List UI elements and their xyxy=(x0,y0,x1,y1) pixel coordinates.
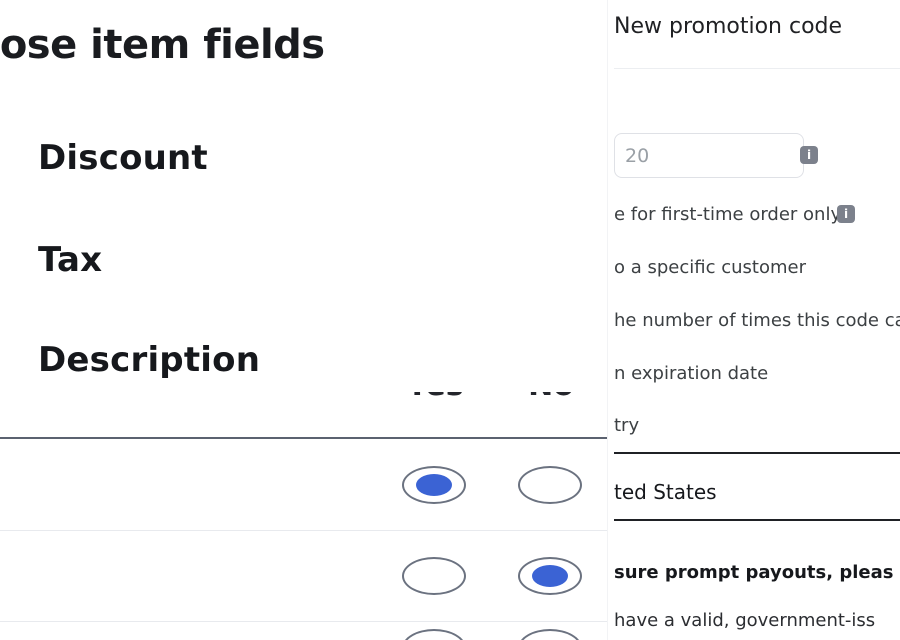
title-divider xyxy=(614,68,900,69)
option-first-time-order[interactable]: e for first-time order only xyxy=(614,204,841,225)
amount-input-value: 20 xyxy=(625,145,650,167)
screenshot-stage: Choose item fields Discount Tax Descript… xyxy=(0,0,900,640)
country-value-underline xyxy=(614,519,900,521)
new-promotion-code-panel: New promotion code 20 i e for first-time… xyxy=(608,0,900,640)
country-value[interactable]: ted States xyxy=(614,480,717,504)
yesno-column-headers: Yes No xyxy=(0,392,608,438)
radio-no[interactable] xyxy=(518,629,582,640)
table-row xyxy=(0,439,608,531)
payout-notice-heading: sure prompt payouts, pleas xyxy=(614,562,894,583)
radio-yes[interactable] xyxy=(402,465,466,504)
radio-no[interactable] xyxy=(518,465,582,504)
table-row xyxy=(0,621,608,640)
field-row-discount[interactable]: Discount xyxy=(38,138,208,178)
info-icon[interactable]: i xyxy=(837,205,855,223)
option-limit-uses[interactable]: he number of times this code ca xyxy=(614,310,900,331)
table-row xyxy=(0,530,608,622)
field-label: Discount xyxy=(38,138,208,178)
choose-item-fields-panel: Choose item fields Discount Tax Descript… xyxy=(0,0,608,640)
column-header-yes: Yes xyxy=(376,392,494,403)
radio-yes[interactable] xyxy=(402,629,466,640)
field-label: Description xyxy=(38,340,261,380)
column-header-no: No xyxy=(492,392,608,403)
amount-input[interactable]: 20 xyxy=(614,133,804,178)
payout-notice-text: have a valid, government-iss xyxy=(614,610,876,631)
field-row-description[interactable]: Description xyxy=(38,340,260,380)
page-title: Choose item fields xyxy=(0,22,325,68)
radio-yes[interactable] xyxy=(402,556,466,595)
promotion-code-title: New promotion code xyxy=(614,14,843,39)
info-icon[interactable]: i xyxy=(800,146,818,164)
field-row-tax[interactable]: Tax xyxy=(38,240,102,280)
option-expiration-date[interactable]: n expiration date xyxy=(614,363,768,384)
country-label: try xyxy=(614,415,640,436)
country-field-underline xyxy=(614,452,900,454)
option-specific-customer[interactable]: o a specific customer xyxy=(614,257,806,278)
radio-no[interactable] xyxy=(518,556,582,595)
field-label: Tax xyxy=(38,240,103,280)
